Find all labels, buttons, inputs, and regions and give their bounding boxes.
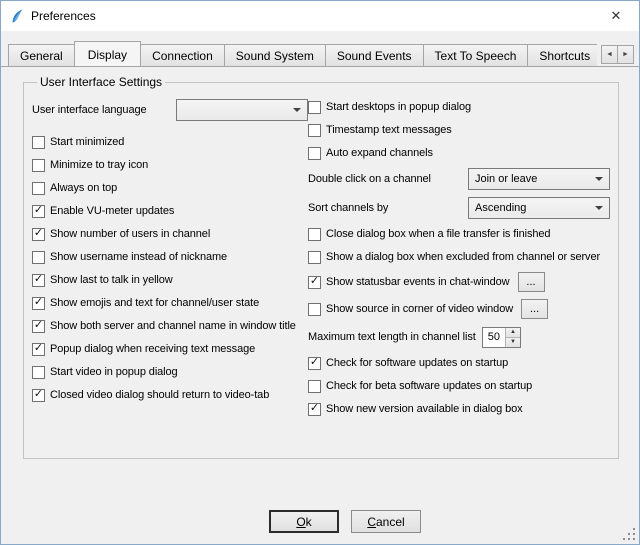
checkbox-show-user-count[interactable]: Show number of users in channel: [32, 226, 308, 242]
checkbox-desktops-popup[interactable]: Start desktops in popup dialog: [308, 99, 610, 115]
checkbox-check-beta-updates[interactable]: Check for beta software updates on start…: [308, 378, 610, 394]
checkbox-box: [32, 205, 45, 218]
footer: Ok Cancel: [269, 510, 421, 533]
preferences-dialog: Preferences ✕ General Display Connection…: [0, 0, 640, 545]
double-click-combo[interactable]: Join or leave: [468, 168, 610, 190]
checkbox-box: [32, 136, 45, 149]
group-title: User Interface Settings: [37, 75, 165, 89]
language-label: User interface language: [32, 104, 147, 116]
close-button[interactable]: ✕: [593, 1, 639, 31]
tab-scroll-right-button[interactable]: ►: [617, 45, 634, 64]
max-text-length-label: Maximum text length in channel list: [308, 331, 476, 343]
window-title: Preferences: [31, 9, 96, 23]
left-column: User interface language Start minimized …: [32, 99, 308, 417]
resize-grip-icon[interactable]: [623, 528, 636, 541]
checkbox-server-channel-title[interactable]: Show both server and channel name in win…: [32, 318, 308, 334]
close-icon: ✕: [611, 8, 622, 24]
tab-sound-events[interactable]: Sound Events: [325, 44, 424, 66]
tab-display[interactable]: Display: [74, 41, 141, 66]
checkbox-statusbar-events[interactable]: Show statusbar events in chat-window: [308, 272, 510, 292]
checkbox-box: [308, 276, 321, 289]
checkbox-box: [32, 228, 45, 241]
spinner-arrows: ▲ ▼: [505, 328, 520, 347]
checkbox-minimize-to-tray[interactable]: Minimize to tray icon: [32, 157, 308, 173]
tab-connection[interactable]: Connection: [140, 44, 225, 66]
statusbar-events-options-button[interactable]: ...: [518, 272, 545, 292]
checkbox-closed-video-return[interactable]: Closed video dialog should return to vid…: [32, 387, 308, 403]
checkbox-close-transfer-dialog[interactable]: Close dialog box when a file transfer is…: [308, 226, 610, 242]
tab-general[interactable]: General: [8, 44, 75, 66]
checkbox-box: [32, 320, 45, 333]
checkbox-timestamp-messages[interactable]: Timestamp text messages: [308, 122, 610, 138]
checkbox-box: [32, 274, 45, 287]
video-source-options-button[interactable]: ...: [521, 299, 548, 319]
checkbox-always-on-top[interactable]: Always on top: [32, 180, 308, 196]
language-combo[interactable]: [176, 99, 308, 121]
ok-button[interactable]: Ok: [269, 510, 339, 533]
dropdown-arrow-icon: [595, 177, 603, 181]
dropdown-arrow-icon: [293, 108, 301, 112]
checkbox-video-source-corner[interactable]: Show source in corner of video window: [308, 299, 513, 319]
checkbox-box: [308, 380, 321, 393]
user-interface-settings-group: User Interface Settings User interface l…: [23, 75, 619, 459]
double-click-label: Double click on a channel: [308, 173, 431, 185]
checkbox-box: [32, 366, 45, 379]
checkbox-box: [32, 297, 45, 310]
checkbox-video-popup[interactable]: Start video in popup dialog: [32, 364, 308, 380]
checkbox-emojis-text[interactable]: Show emojis and text for channel/user st…: [32, 295, 308, 311]
dropdown-arrow-icon: [595, 206, 603, 210]
tab-bar: General Display Connection Sound System …: [1, 31, 639, 67]
max-text-length-spinner[interactable]: 50 ▲ ▼: [482, 327, 521, 348]
sort-channels-row: Sort channels by Ascending: [308, 197, 610, 219]
tab-text-to-speech[interactable]: Text To Speech: [423, 44, 529, 66]
checkbox-auto-expand[interactable]: Auto expand channels: [308, 145, 610, 161]
checkbox-box: [308, 124, 321, 137]
cancel-button[interactable]: Cancel: [351, 510, 421, 533]
tab-scroller: ◄ ►: [602, 45, 634, 64]
checkbox-new-version-dialog[interactable]: Show new version available in dialog box: [308, 401, 610, 417]
checkbox-box: [32, 343, 45, 356]
checkbox-box: [308, 101, 321, 114]
checkbox-box: [308, 251, 321, 264]
checkbox-show-username[interactable]: Show username instead of nickname: [32, 249, 308, 265]
checkbox-box: [32, 251, 45, 264]
checkbox-popup-text-message[interactable]: Popup dialog when receiving text message: [32, 341, 308, 357]
statusbar-events-row: Show statusbar events in chat-window ...: [308, 272, 610, 292]
sort-channels-label: Sort channels by: [308, 202, 388, 214]
spin-up-icon[interactable]: ▲: [506, 328, 520, 338]
spinner-value[interactable]: 50: [483, 328, 505, 347]
checkbox-box: [308, 357, 321, 370]
checkbox-start-minimized[interactable]: Start minimized: [32, 134, 308, 150]
tab-shortcuts[interactable]: Shortcuts: [527, 44, 597, 66]
sort-channels-combo[interactable]: Ascending: [468, 197, 610, 219]
checkbox-check-updates[interactable]: Check for software updates on startup: [308, 355, 610, 371]
checkbox-excluded-dialog[interactable]: Show a dialog box when excluded from cha…: [308, 249, 610, 265]
scroll-left-icon: ◄: [606, 51, 613, 58]
checkbox-box: [32, 389, 45, 402]
max-text-length-row: Maximum text length in channel list 50 ▲…: [308, 326, 610, 348]
checkbox-box: [32, 159, 45, 172]
checkbox-box: [308, 303, 321, 316]
title-bar: Preferences ✕: [1, 1, 639, 31]
checkbox-box: [308, 403, 321, 416]
checkbox-last-to-talk[interactable]: Show last to talk in yellow: [32, 272, 308, 288]
checkbox-box: [308, 228, 321, 241]
spin-down-icon[interactable]: ▼: [506, 338, 520, 347]
checkbox-vu-meter[interactable]: Enable VU-meter updates: [32, 203, 308, 219]
tabs-strip: General Display Connection Sound System …: [8, 41, 597, 66]
video-source-row: Show source in corner of video window ..…: [308, 299, 610, 319]
checkbox-box: [308, 147, 321, 160]
language-row: User interface language: [32, 99, 308, 121]
scroll-right-icon: ►: [622, 51, 629, 58]
app-logo-icon: [9, 8, 25, 24]
checkbox-box: [32, 182, 45, 195]
tab-sound-system[interactable]: Sound System: [224, 44, 326, 66]
right-column: Start desktops in popup dialog Timestamp…: [308, 99, 610, 417]
double-click-row: Double click on a channel Join or leave: [308, 168, 610, 190]
tab-scroll-left-button[interactable]: ◄: [601, 45, 618, 64]
